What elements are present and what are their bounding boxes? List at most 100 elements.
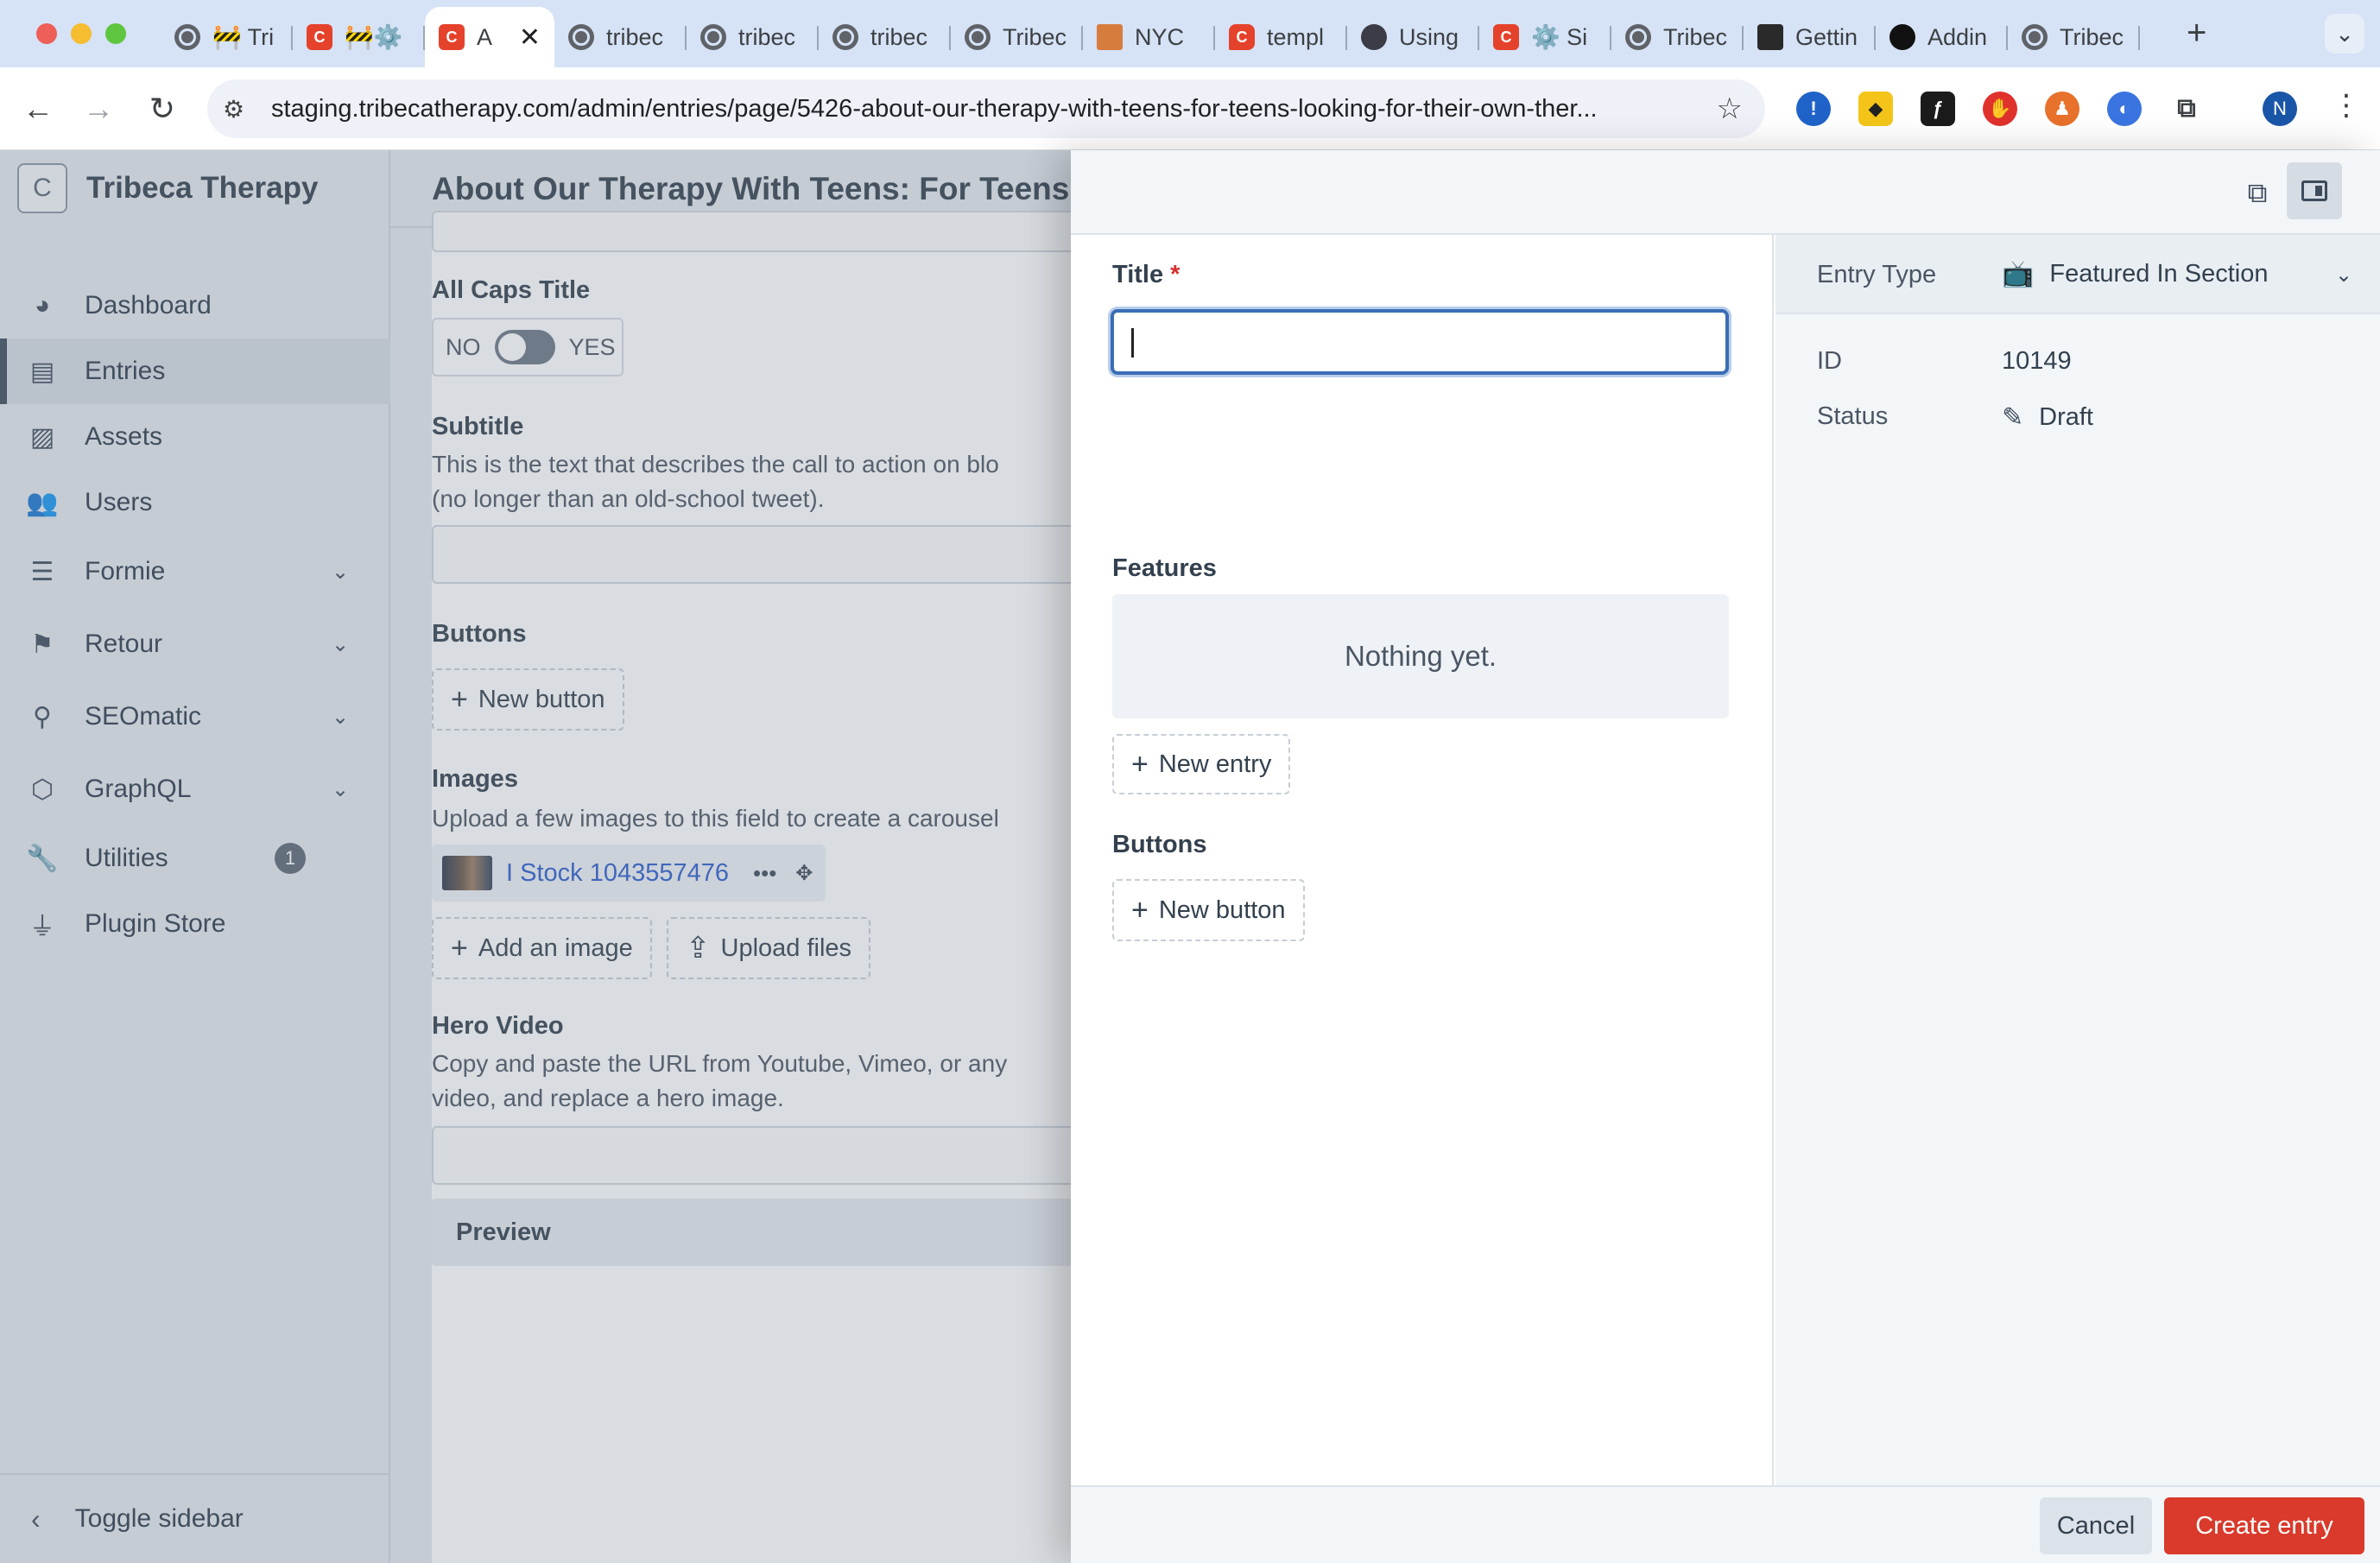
font-ninja-icon[interactable]: ƒ <box>1921 92 1955 126</box>
slideout-header: ⧉ <box>1071 150 2380 235</box>
site-info-icon[interactable]: ⚙ <box>223 95 244 123</box>
tab-label: tribec <box>606 23 664 50</box>
plus-icon: + <box>1131 894 1149 927</box>
browser-tab[interactable]: tribec <box>687 7 819 67</box>
close-tab-icon[interactable]: ✕ <box>519 22 541 53</box>
tab-label: templ <box>1267 23 1325 50</box>
id-key: ID <box>1817 347 1842 375</box>
browser-tab[interactable]: C ⚙️ Si <box>1479 7 1611 67</box>
slideout-fields: Title * Features Nothing yet. + New entry… <box>1071 235 1774 1485</box>
browser-tab[interactable]: Ctempl <box>1215 7 1347 67</box>
craft-icon: C <box>1493 24 1519 50</box>
sidebar-panel-icon <box>2301 180 2327 201</box>
status-value-text: Draft <box>2039 403 2093 431</box>
back-arrow-icon[interactable]: ← <box>16 86 60 131</box>
globe-icon <box>568 24 594 50</box>
browser-tab[interactable]: Tribec <box>951 7 1083 67</box>
tab-label: 🚧 Tri <box>212 24 275 50</box>
extension-yellow-icon[interactable]: ◆ <box>1858 92 1893 126</box>
close-window-button[interactable] <box>36 23 57 44</box>
title-label-text: Title <box>1112 261 1164 288</box>
globe-icon <box>965 24 991 50</box>
tab-label: Addin <box>1927 23 1988 50</box>
extension-orange-icon[interactable]: ♟ <box>2045 92 2079 126</box>
extensions-puzzle-icon[interactable]: ⧉ <box>2169 92 2204 126</box>
nyc-icon <box>1097 24 1123 50</box>
note-icon: C <box>1229 24 1255 50</box>
tab-label: Tribec <box>1663 23 1728 50</box>
globe-icon <box>832 24 858 50</box>
open-in-new-tab-icon[interactable]: ⧉ <box>2238 174 2276 212</box>
status-value: ✎ Draft <box>2002 402 2093 433</box>
browser-menu-icon[interactable]: ⋮ <box>2332 88 2361 123</box>
minimize-window-button[interactable] <box>71 23 92 44</box>
globe-icon <box>1625 24 1651 50</box>
url-text: staging.tribecatherapy.com/admin/entries… <box>271 95 1598 123</box>
craft-icon: C <box>439 24 465 50</box>
id-value: 10149 <box>2002 347 2072 375</box>
browser-tab-bar: 🚧 Tri C 🚧⚙️ C A ✕ tribec tribec tribec Trib… <box>0 0 2380 67</box>
title-field-label: Title * <box>1112 261 1180 289</box>
globe-icon <box>174 24 200 50</box>
browser-tab[interactable]: Tribec <box>2008 7 2140 67</box>
cancel-button[interactable]: Cancel <box>2040 1497 2152 1554</box>
entry-slideout: ⧉ Title * Features Nothing yet. + New ent… <box>1071 150 2380 1563</box>
reload-icon[interactable]: ↻ <box>140 86 185 131</box>
slideout-new-button-button[interactable]: + New button <box>1112 879 1305 941</box>
new-entry-button[interactable]: + New entry <box>1112 734 1291 794</box>
browser-tab[interactable]: Gettin <box>1744 7 1876 67</box>
draft-icon: ✎ <box>2002 403 2024 432</box>
slideout-new-button-label: New button <box>1158 895 1286 924</box>
tab-label: Tribec <box>2060 23 2124 50</box>
tab-label: Using <box>1399 23 1459 50</box>
tab-label: NYC <box>1135 23 1185 50</box>
tab-label: Gettin <box>1795 23 1858 50</box>
entry-type-key: Entry Type <box>1817 261 1937 288</box>
tab-strip: 🚧 Tri C 🚧⚙️ C A ✕ tribec tribec tribec Trib… <box>161 7 2140 67</box>
browser-tab[interactable]: Tribec <box>1611 7 1744 67</box>
required-asterisk: * <box>1170 261 1181 288</box>
tv-icon: 📺 <box>2002 260 2035 288</box>
entry-type-value[interactable]: 📺 Featured In Section <box>2002 259 2268 289</box>
plus-icon: + <box>1131 748 1149 781</box>
chevron-down-icon[interactable]: ⌄ <box>2335 263 2352 288</box>
new-tab-plus-icon[interactable]: + <box>2187 16 2206 50</box>
globe-icon <box>2022 24 2048 50</box>
tab-label: ⚙️ Si <box>1531 24 1588 50</box>
address-bar[interactable]: ⚙ staging.tribecatherapy.com/admin/entri… <box>207 79 1765 138</box>
browser-tab[interactable]: tribec <box>819 7 951 67</box>
bookmark-star-icon[interactable]: ☆ <box>1717 92 1743 126</box>
zoom-window-button[interactable] <box>105 23 126 44</box>
github-icon <box>1889 24 1915 50</box>
password-manager-icon[interactable]: ! <box>1796 92 1831 126</box>
browser-tab[interactable]: NYC <box>1083 7 1215 67</box>
browser-tab[interactable]: Addin <box>1876 7 2008 67</box>
tab-label: 🚧⚙️ <box>345 24 403 50</box>
dark-icon <box>1361 24 1387 50</box>
text-caret <box>1131 328 1134 358</box>
entry-type-selector[interactable]: Entry Type 📺 Featured In Section ⌄ <box>1776 235 2380 314</box>
book-icon <box>1757 24 1783 50</box>
forward-arrow-icon[interactable]: → <box>76 86 121 131</box>
extension-blue-icon[interactable]: ◐ <box>2107 92 2142 126</box>
browser-tab-active[interactable]: C A ✕ <box>425 7 554 67</box>
title-input[interactable] <box>1111 309 1729 375</box>
adblock-icon[interactable]: ✋ <box>1983 92 2017 126</box>
status-key: Status <box>1817 402 1889 430</box>
tab-label: A <box>477 23 493 50</box>
profile-avatar[interactable]: N <box>2263 92 2297 126</box>
slideout-meta-panel: Entry Type 📺 Featured In Section ⌄ ID 10… <box>1776 235 2380 1485</box>
globe-icon <box>700 24 726 50</box>
features-empty-state: Nothing yet. <box>1112 594 1729 718</box>
browser-tab[interactable]: C 🚧⚙️ <box>293 7 425 67</box>
craft-icon: C <box>307 24 332 50</box>
create-entry-button[interactable]: Create entry <box>2164 1497 2364 1554</box>
browser-tab[interactable]: 🚧 Tri <box>161 7 293 67</box>
browser-tab[interactable]: tribec <box>554 7 687 67</box>
browser-toolbar: ← → ↻ ⚙ staging.tribecatherapy.com/admin… <box>0 67 2380 150</box>
toggle-sidebar-panel-button[interactable] <box>2287 162 2342 219</box>
browser-tab[interactable]: Using <box>1347 7 1479 67</box>
slideout-buttons-label: Buttons <box>1112 831 1207 858</box>
tab-search-chevron-icon[interactable]: ⌄ <box>2325 14 2364 54</box>
features-empty-text: Nothing yet. <box>1344 640 1497 672</box>
